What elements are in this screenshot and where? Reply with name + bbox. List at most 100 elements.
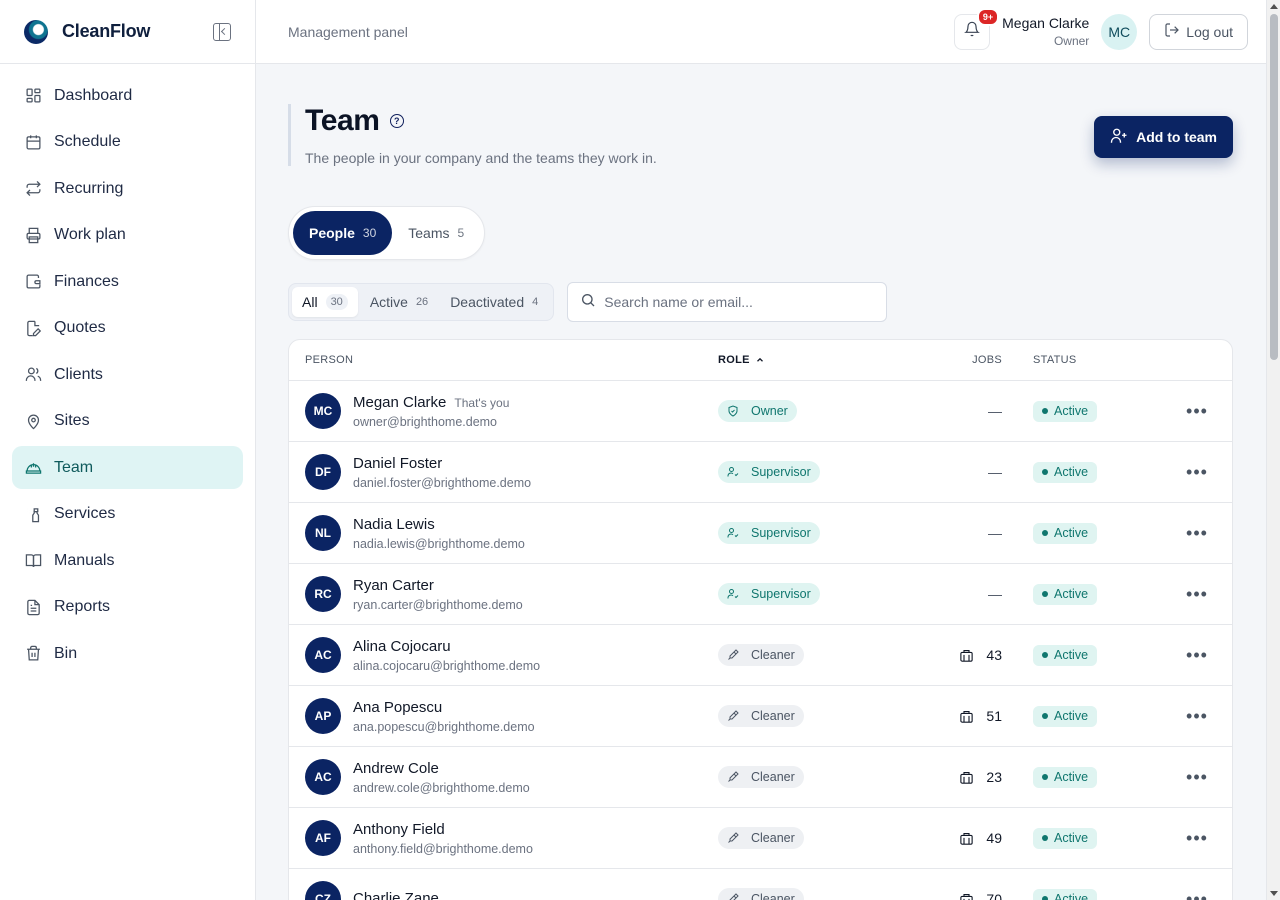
table-row[interactable]: AC Alina Cojocaru alina.cojocaru@brighthom… [289,625,1232,686]
filter-active[interactable]: Active 26 [360,287,438,317]
role-label: Cleaner [751,709,795,723]
table-row[interactable]: AC Andrew Cole andrew.cole@brighthome.demo… [289,747,1232,808]
jobs-count: 49 [959,830,1002,846]
more-options-icon[interactable]: ••• [1186,707,1208,725]
sidebar-item-label: Reports [54,598,111,615]
person-cell: AF Anthony Field anthony.field@brighthome.… [289,820,718,856]
table-row[interactable]: MC Megan Clarke That's you owner@brighthome… [289,381,1232,442]
help-icon[interactable]: ? [389,114,404,128]
person-text: Ryan Carter ryan.carter@brighthome.demo [353,577,523,612]
sidebar-item-quotes[interactable]: Quotes [12,307,243,350]
sidebar-collapse-icon[interactable] [213,22,231,41]
person-email: anthony.field@brighthome.demo [353,841,533,856]
sidebar-item-dashboard[interactable]: Dashboard [12,74,243,117]
person-name[interactable]: Ryan Carter [353,577,434,594]
map-pin-icon [24,412,42,430]
jobs-value: 43 [986,647,1002,663]
jobs-value: 70 [986,891,1002,900]
table-row[interactable]: CZ Charlie Zane Cleaner 70 Active ••• [289,869,1232,900]
column-role[interactable]: ROLE [718,354,908,366]
person-name[interactable]: Daniel Foster [353,455,442,472]
dashboard-icon [24,87,42,105]
person-name[interactable]: Megan Clarke [353,394,446,411]
avatar: AP [305,698,341,734]
sidebar-item-label: Dashboard [54,86,133,104]
report-icon [24,598,42,616]
self-note: That's you [454,395,510,410]
person: RC Ryan Carter ryan.carter@brighthome.demo [305,576,718,612]
person-name[interactable]: Alina Cojocaru [353,638,451,655]
book-icon [24,552,42,570]
users-icon [24,366,42,384]
filter-all[interactable]: All 30 [292,287,358,317]
briefcase-icon [959,770,980,785]
sidebar-item-reports[interactable]: Reports [12,586,243,629]
sidebar-item-clients[interactable]: Clients [12,353,243,396]
status-cell: Active [1002,888,1162,900]
row-actions: ••• [1162,707,1232,725]
sidebar-item-label: Manuals [54,551,115,569]
status-cell: Active [1002,644,1162,666]
sidebar-item-bin[interactable]: Bin [12,632,243,675]
more-options-icon[interactable]: ••• [1186,768,1208,786]
sidebar-item-sites[interactable]: Sites [12,400,243,443]
scroll-up-icon[interactable] [1270,4,1278,9]
status-cell: Active [1002,400,1162,422]
sidebar-item-schedule[interactable]: Schedule [12,121,243,164]
more-options-icon[interactable]: ••• [1186,463,1208,481]
more-options-icon[interactable]: ••• [1186,829,1208,847]
status-badge: Active [1033,583,1098,605]
sidebar-item-finances[interactable]: Finances [12,260,243,303]
tab-teams[interactable]: Teams 5 [392,211,480,255]
person-name[interactable]: Anthony Field [353,821,445,838]
role-badge: Cleaner [718,644,804,666]
briefcase-icon [959,709,980,724]
column-role-label: ROLE [718,354,750,366]
avatar[interactable]: MC [1101,13,1138,50]
sidebar-item-services[interactable]: Services [12,493,243,536]
sidebar-item-label: Recurring [54,179,124,197]
more-options-icon[interactable]: ••• [1186,402,1208,420]
sidebar-item-work-plan[interactable]: Work plan [12,214,243,257]
more-options-icon[interactable]: ••• [1186,646,1208,664]
page-scrollbar[interactable] [1266,0,1280,900]
more-options-icon[interactable]: ••• [1186,524,1208,542]
more-options-icon[interactable]: ••• [1186,890,1208,900]
scroll-thumb[interactable] [1270,14,1278,360]
jobs-cell: 49 [908,830,1002,846]
sidebar-item-label: Work plan [54,226,126,243]
notifications-button[interactable]: 9+ [954,7,1000,50]
column-person[interactable]: PERSON [289,354,718,366]
tab-people[interactable]: People 30 [293,211,393,255]
role-label: Cleaner [751,770,795,784]
sidebar-item-manuals[interactable]: Manuals [12,539,243,582]
column-status[interactable]: STATUS [1002,354,1162,366]
person-name[interactable]: Ana Popescu [353,699,442,716]
table-row[interactable]: RC Ryan Carter ryan.carter@brighthome.demo… [289,564,1232,625]
status-cell: Active [1002,827,1162,849]
status-cell: Active [1002,583,1162,605]
table-row[interactable]: DF Daniel Foster daniel.foster@brighthome.… [289,442,1232,503]
person-name[interactable]: Nadia Lewis [353,516,435,533]
sidebar-item-team[interactable]: Team [12,446,243,489]
table-row[interactable]: NL Nadia Lewis nadia.lewis@brighthome.demo… [289,503,1232,564]
logout-button[interactable]: Log out [1149,13,1248,50]
person-name[interactable]: Charlie Zane [353,890,439,900]
column-jobs[interactable]: JOBS [908,354,1002,366]
person-name-row: Alina Cojocaru [353,638,540,656]
sidebar-item-recurring[interactable]: Recurring [12,167,243,210]
add-to-team-button[interactable]: Add to team [1094,116,1233,158]
more-options-icon[interactable]: ••• [1186,585,1208,603]
scroll-down-icon[interactable] [1270,891,1278,896]
filter-active-label: Active [369,294,408,310]
person-text: Megan Clarke That's you owner@brighthome.d… [353,394,509,429]
search-input[interactable] [604,294,865,310]
role-label: Cleaner [751,831,795,845]
brand-name: CleanFlow [62,21,151,41]
printer-icon [24,226,42,244]
table-row[interactable]: AP Ana Popescu ana.popescu@brighthome.demo… [289,686,1232,747]
logout-icon [1164,22,1186,41]
filter-deactivated[interactable]: Deactivated 4 [440,287,548,317]
table-row[interactable]: AF Anthony Field anthony.field@brighthome.… [289,808,1232,869]
person-name[interactable]: Andrew Cole [353,760,439,777]
